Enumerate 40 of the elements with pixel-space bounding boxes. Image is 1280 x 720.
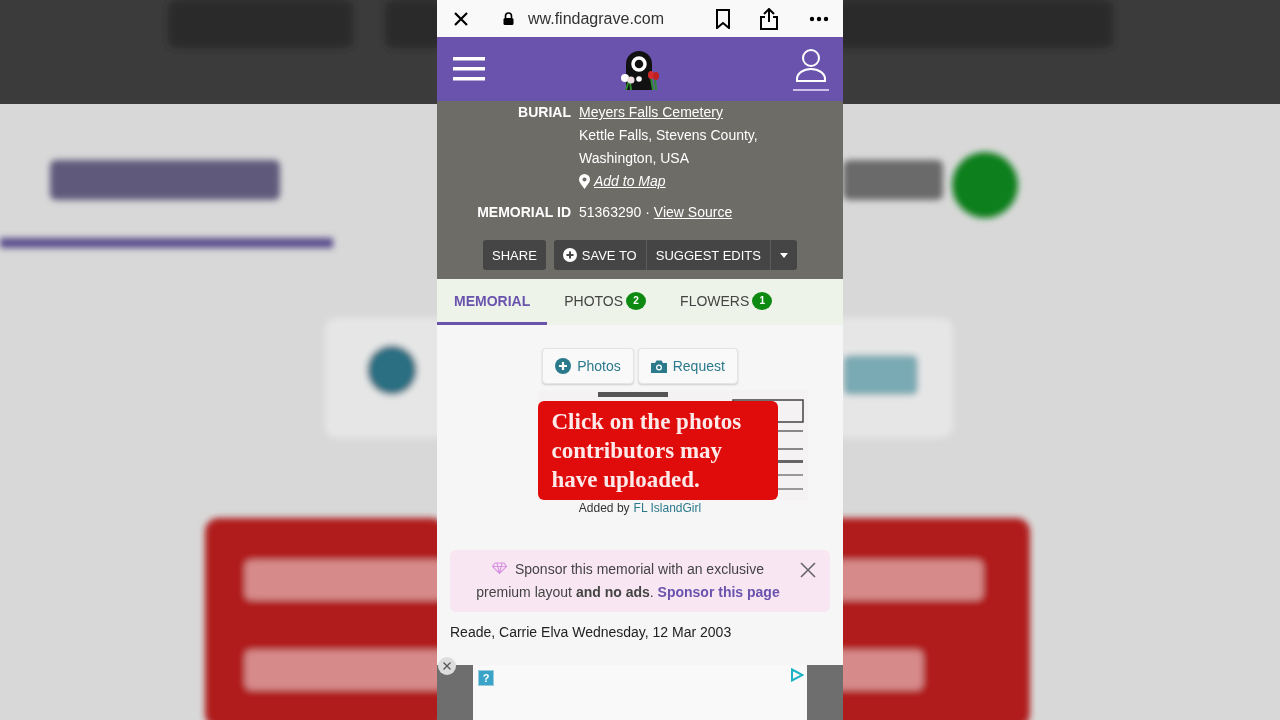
sponsor-message: Sponsor this memorial with an exclusive premium layout and no ads. Sponsor this page <box>475 560 781 602</box>
map-pin-icon <box>579 174 590 189</box>
lock-icon <box>503 12 514 25</box>
memorial-id-value: 51363290 · <box>579 203 650 222</box>
more-icon[interactable] <box>809 15 829 22</box>
memorial-id-label: MEMORIAL ID <box>476 203 571 222</box>
request-button[interactable]: Request <box>637 348 738 384</box>
view-source-link[interactable]: View Source <box>653 201 733 224</box>
ad-info-icon[interactable]: ? <box>478 670 494 686</box>
share-button[interactable]: SHARE <box>483 240 546 270</box>
tab[interactable]: MEMORIAL <box>437 279 548 325</box>
location-text: Kettle Falls, Stevens County, <box>579 126 758 145</box>
close-icon[interactable] <box>438 657 456 675</box>
obituary-heading: Reade, Carrie Elva Wednesday, 12 Mar 2003 <box>450 624 733 640</box>
user-icon[interactable] <box>793 46 829 92</box>
diamond-icon <box>492 562 508 574</box>
add-photos-button[interactable]: Photos <box>542 348 634 384</box>
bookmark-icon[interactable] <box>715 8 731 29</box>
save-to-button[interactable]: SAVE TO <box>553 240 646 270</box>
plus-circle-icon <box>562 248 577 262</box>
menu-icon[interactable] <box>453 56 485 82</box>
video-caption: Click on the photos contributors may have uploaded. <box>537 401 778 500</box>
sponsor-link[interactable]: Sponsor this page <box>657 584 780 600</box>
cemetery-link[interactable]: Meyers Falls Cemetery <box>579 101 758 124</box>
added-by-text: Added by <box>578 501 630 515</box>
url-text[interactable]: ww.findagrave.com <box>528 9 715 28</box>
tab[interactable]: FLOWERS 1 <box>663 279 790 325</box>
close-icon[interactable] <box>453 10 469 27</box>
camera-icon <box>650 359 667 373</box>
tab[interactable]: PHOTOS 2 <box>547 279 664 325</box>
location-text: Washington, USA <box>579 149 690 168</box>
count-badge: 2 <box>626 291 647 310</box>
add-to-map-link[interactable]: Add to Map <box>594 170 666 193</box>
plus-circle-icon <box>555 358 572 374</box>
burial-label: BURIAL <box>517 103 571 122</box>
suggest-edits-button[interactable]: SUGGEST EDITS <box>645 240 770 270</box>
contributor-link[interactable]: FL IslandGirl <box>633 501 702 515</box>
caret-icon <box>779 252 788 258</box>
share-icon[interactable] <box>759 7 779 30</box>
count-badge: 1 <box>752 291 773 310</box>
